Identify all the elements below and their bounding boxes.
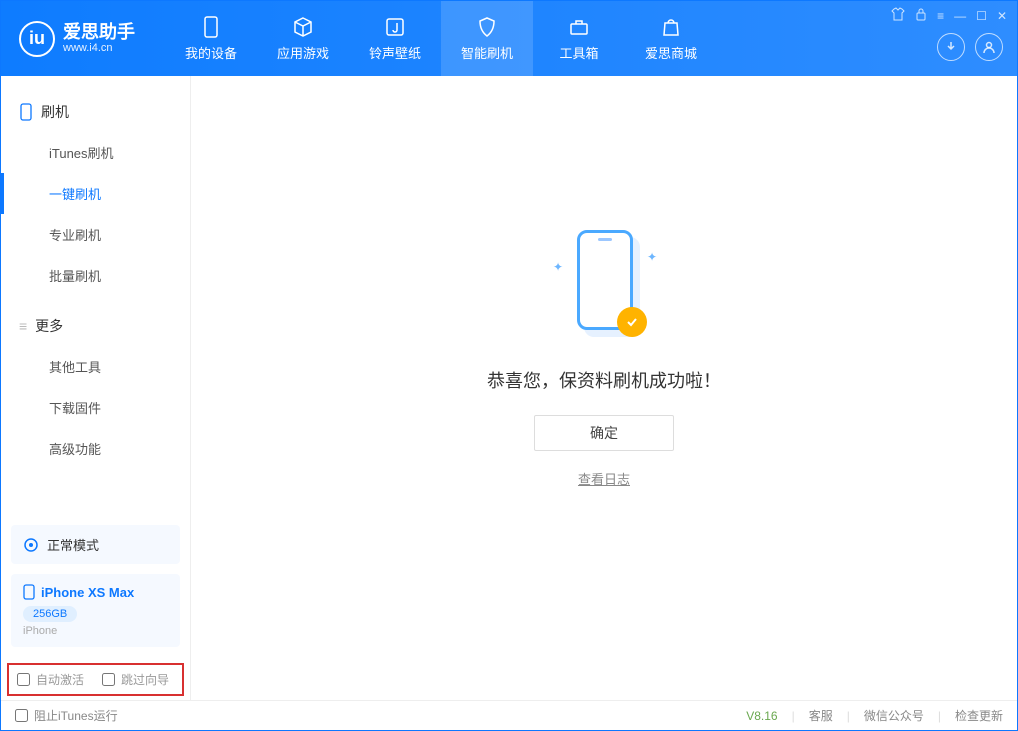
bag-icon — [659, 15, 683, 39]
view-log-link[interactable]: 查看日志 — [578, 469, 630, 488]
refresh-icon — [23, 537, 39, 553]
highlighted-options: 自动激活 跳过向导 — [7, 663, 184, 696]
mode-label: 正常模式 — [47, 535, 99, 554]
tab-label: 爱思商城 — [645, 43, 697, 62]
sidebar: 刷机 iTunes刷机 一键刷机 专业刷机 批量刷机 ≡ 更多 其他工具 下载固… — [1, 76, 191, 702]
tab-store[interactable]: 爱思商城 — [625, 1, 717, 76]
footer-link-update[interactable]: 检查更新 — [955, 707, 1003, 724]
sidebar-item-batch-flash[interactable]: 批量刷机 — [1, 255, 190, 296]
footer-link-wechat[interactable]: 微信公众号 — [864, 707, 924, 724]
sidebar-item-other-tools[interactable]: 其他工具 — [1, 346, 190, 387]
auto-activate-checkbox[interactable]: 自动激活 — [17, 671, 84, 688]
tab-label: 我的设备 — [185, 43, 237, 62]
tab-ringtones[interactable]: 铃声壁纸 — [349, 1, 441, 76]
status-bar: 阻止iTunes运行 V8.16 | 客服 | 微信公众号 | 检查更新 — [1, 700, 1017, 730]
ok-button[interactable]: 确定 — [534, 415, 674, 451]
sidebar-item-advanced[interactable]: 高级功能 — [1, 428, 190, 469]
phone-icon — [23, 584, 35, 600]
tab-label: 工具箱 — [559, 43, 598, 62]
device-mode-box[interactable]: 正常模式 — [11, 525, 180, 564]
checkbox-label: 跳过向导 — [121, 671, 169, 688]
sidebar-item-download-firmware[interactable]: 下载固件 — [1, 387, 190, 428]
phone-icon — [199, 15, 223, 39]
main-content: ✦ ✦ 恭喜您，保资料刷机成功啦！ 确定 查看日志 — [191, 76, 1017, 702]
minimize-button[interactable]: ― — [954, 9, 966, 23]
sidebar-item-itunes-flash[interactable]: iTunes刷机 — [1, 132, 190, 173]
nav-tabs: 我的设备 应用游戏 铃声壁纸 智能刷机 工具箱 爱思商城 — [165, 1, 717, 76]
success-illustration: ✦ ✦ — [559, 230, 649, 345]
tshirt-icon[interactable] — [891, 7, 905, 24]
app-header: iu 爱思助手 www.i4.cn 我的设备 应用游戏 铃声壁纸 智能刷机 工具… — [1, 1, 1017, 76]
storage-badge: 256GB — [23, 606, 77, 622]
toolbox-icon — [567, 15, 591, 39]
music-icon — [383, 15, 407, 39]
block-itunes-checkbox[interactable]: 阻止iTunes运行 — [15, 707, 118, 724]
checkbox-label: 自动激活 — [36, 671, 84, 688]
logo-icon: iu — [19, 21, 55, 57]
user-button[interactable] — [975, 33, 1003, 61]
maximize-button[interactable]: ☐ — [976, 9, 987, 23]
tab-apps-games[interactable]: 应用游戏 — [257, 1, 349, 76]
sidebar-section-flash: 刷机 — [1, 92, 190, 132]
tab-label: 铃声壁纸 — [369, 43, 421, 62]
shield-icon — [475, 15, 499, 39]
download-button[interactable] — [937, 33, 965, 61]
app-title: 爱思助手 — [63, 23, 135, 43]
tab-flash[interactable]: 智能刷机 — [441, 1, 533, 76]
success-message: 恭喜您，保资料刷机成功啦！ — [487, 367, 721, 393]
checkbox-label: 阻止iTunes运行 — [34, 707, 118, 724]
sidebar-item-pro-flash[interactable]: 专业刷机 — [1, 214, 190, 255]
window-top-buttons: ≡ ― ☐ ✕ — [891, 7, 1007, 24]
app-logo: iu 爱思助手 www.i4.cn — [19, 21, 135, 57]
version-label: V8.16 — [746, 709, 777, 723]
device-type-label: iPhone — [23, 625, 168, 637]
device-name-label: iPhone XS Max — [41, 585, 134, 600]
check-icon — [617, 307, 647, 337]
footer-link-support[interactable]: 客服 — [809, 707, 833, 724]
tab-my-device[interactable]: 我的设备 — [165, 1, 257, 76]
tab-toolbox[interactable]: 工具箱 — [533, 1, 625, 76]
cube-icon — [291, 15, 315, 39]
skip-guide-checkbox[interactable]: 跳过向导 — [102, 671, 169, 688]
section-title: 刷机 — [41, 102, 69, 122]
close-button[interactable]: ✕ — [997, 9, 1007, 23]
app-url: www.i4.cn — [63, 42, 135, 54]
tab-label: 智能刷机 — [461, 43, 513, 62]
sidebar-section-more: ≡ 更多 — [1, 306, 190, 346]
list-icon: ≡ — [19, 318, 27, 334]
lock-icon[interactable] — [915, 7, 927, 24]
device-info-box[interactable]: iPhone XS Max 256GB iPhone — [11, 574, 180, 647]
sidebar-item-oneclick-flash[interactable]: 一键刷机 — [1, 173, 190, 214]
tab-label: 应用游戏 — [277, 43, 329, 62]
section-title: 更多 — [35, 316, 63, 336]
device-icon — [19, 103, 33, 121]
menu-icon[interactable]: ≡ — [937, 9, 944, 23]
